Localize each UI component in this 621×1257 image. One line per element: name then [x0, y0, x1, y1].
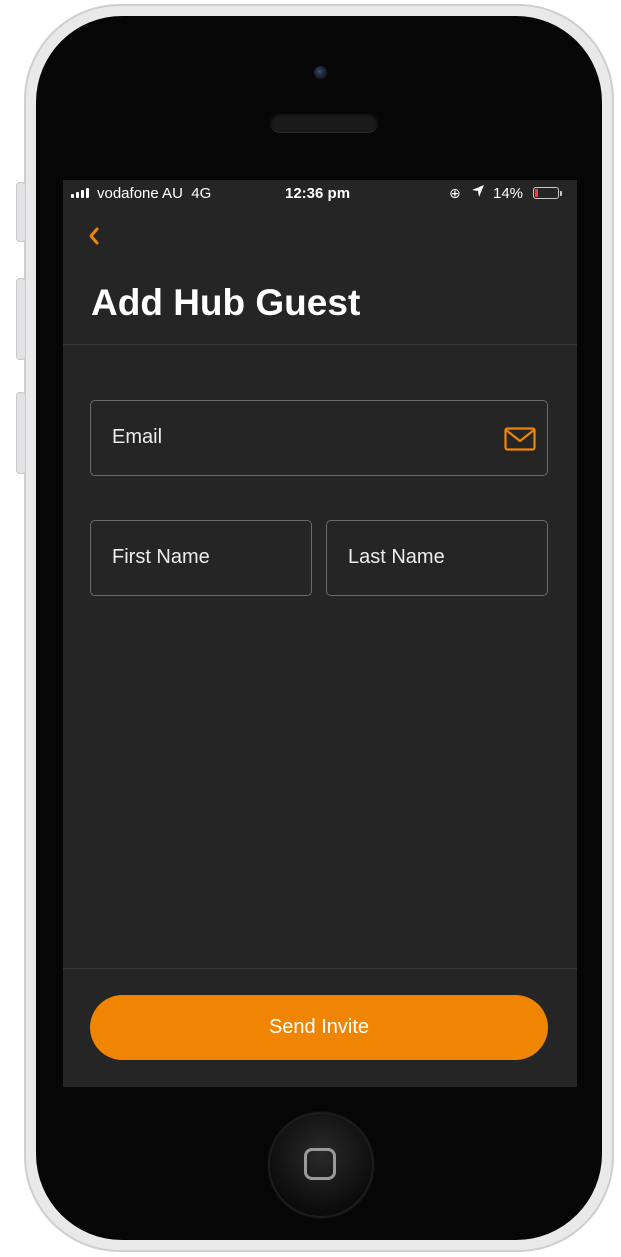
battery-icon [533, 187, 559, 199]
battery-level-fill [535, 189, 538, 197]
mail-icon [504, 427, 536, 456]
home-button [268, 1112, 374, 1218]
volume-down-button [16, 392, 26, 474]
network-type: 4G [191, 185, 212, 202]
location-arrow-icon [471, 184, 485, 201]
volume-up-button [16, 278, 26, 360]
last-name-placeholder: Last Name [348, 546, 445, 568]
send-invite-button[interactable]: Send Invite [90, 995, 548, 1060]
earpiece-speaker [270, 112, 378, 132]
header-divider [63, 344, 577, 345]
page-title: Add Hub Guest [91, 282, 361, 323]
home-square-icon [304, 1148, 336, 1180]
signal-strength-icon [71, 188, 89, 198]
back-button[interactable] [83, 222, 107, 250]
front-camera [314, 66, 328, 80]
status-time: 12:36 pm [285, 185, 351, 202]
first-name-field[interactable]: First Name [90, 520, 312, 596]
last-name-field[interactable]: Last Name [326, 520, 548, 596]
chevron-left-icon [89, 227, 99, 245]
carrier-label: vodafone AU 4G [97, 185, 211, 202]
battery-percent: 14% [493, 185, 524, 202]
email-placeholder: Email [112, 426, 163, 448]
email-field[interactable]: Email [90, 400, 548, 476]
footer-divider [63, 968, 577, 969]
orientation-lock-icon: ⊕ [449, 185, 461, 201]
carrier-name: vodafone AU [97, 185, 183, 202]
status-bar: vodafone AU 4G 12:36 pm ⊕ 14% [63, 180, 577, 206]
mute-switch [16, 182, 26, 242]
app-screen: vodafone AU 4G 12:36 pm ⊕ 14% Add Hub Gu… [63, 180, 577, 1087]
battery-cap [560, 191, 562, 196]
first-name-placeholder: First Name [112, 546, 210, 568]
